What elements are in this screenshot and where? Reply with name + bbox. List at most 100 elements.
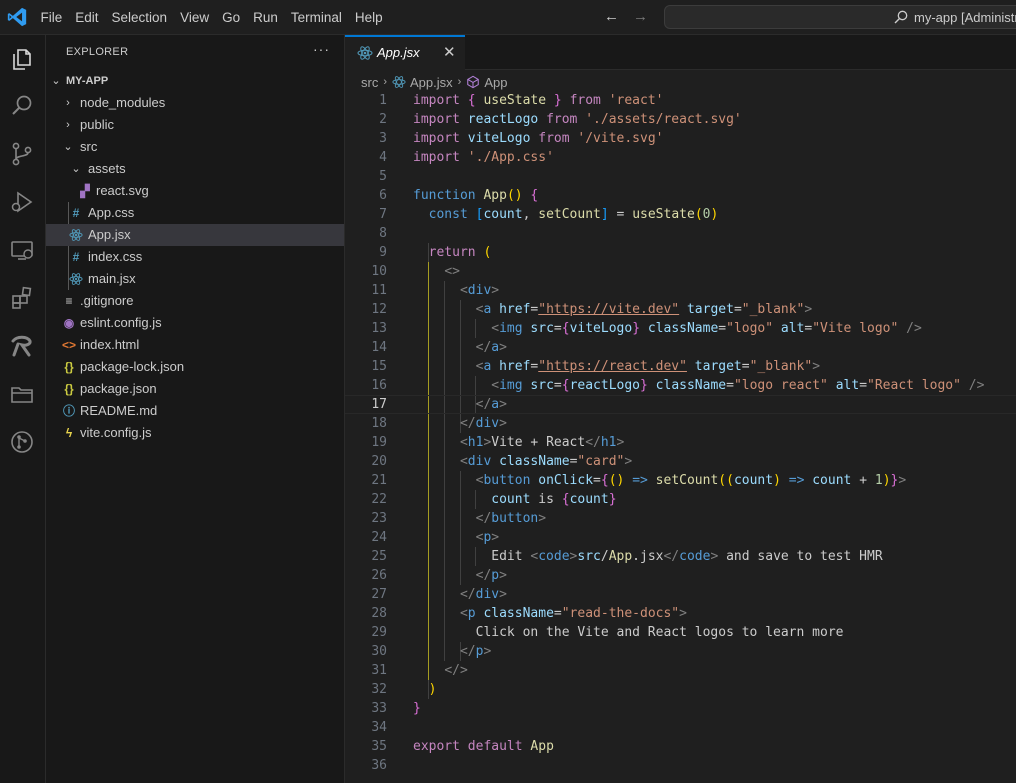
code-text: import viteLogo from '/vite.svg' — [413, 131, 664, 146]
code-editor[interactable]: 1 import { useState } from 'react' 2 import… — [345, 91, 1016, 775]
code-line[interactable]: 6 function App() { — [345, 186, 1016, 205]
breadcrumb-item-symbol[interactable]: App — [484, 75, 507, 90]
code-line[interactable]: 12 <a href="https://vite.dev" target="_b… — [345, 300, 1016, 319]
extensions-icon[interactable] — [9, 285, 35, 311]
breadcrumb-item-file[interactable]: App.jsx — [410, 75, 453, 90]
code-line[interactable]: 24 <p> — [345, 528, 1016, 547]
code-line[interactable]: 23 </button> — [345, 509, 1016, 528]
code-line[interactable]: 2 import reactLogo from './assets/react.s… — [345, 110, 1016, 129]
tree-file-index-html[interactable]: <> index.html — [46, 334, 344, 356]
code-line[interactable]: 35 export default App — [345, 737, 1016, 756]
code-text: return ( — [428, 245, 492, 260]
code-line[interactable]: 8 — [345, 224, 1016, 243]
history-navigation: ← → — [604, 8, 648, 25]
command-center-label: my-app [Administrator] — [914, 10, 1016, 25]
tree-file-gitignore[interactable]: ≡ .gitignore — [46, 290, 344, 312]
tree-folder-public[interactable]: › public — [46, 114, 344, 136]
code-text: </button> — [475, 511, 547, 526]
code-line[interactable]: 1 import { useState } from 'react' — [345, 91, 1016, 110]
menu-selection[interactable]: Selection — [105, 10, 174, 25]
menu-help[interactable]: Help — [348, 10, 389, 25]
code-line[interactable]: 5 — [345, 167, 1016, 186]
code-line[interactable]: 25 Edit <code>src/App.jsx</code> and sav… — [345, 547, 1016, 566]
tree-file-vite-config[interactable]: ϟ vite.config.js — [46, 422, 344, 444]
tree-file-react-svg[interactable]: ▞ react.svg — [46, 180, 344, 202]
code-line[interactable]: 7 const [count, setCount] = useState(0) — [345, 205, 1016, 224]
code-line[interactable]: 14 </a> — [345, 338, 1016, 357]
search-activity-icon[interactable] — [9, 93, 35, 119]
tree-file-index-css[interactable]: # index.css — [46, 246, 344, 268]
code-text: function App() { — [413, 188, 539, 203]
line-number: 21 — [371, 473, 387, 488]
menu-terminal[interactable]: Terminal — [284, 10, 348, 25]
tree-label: eslint.config.js — [80, 315, 162, 330]
tree-folder-node-modules[interactable]: › node_modules — [46, 92, 344, 114]
tree-label: main.jsx — [88, 271, 136, 286]
breadcrumb-item-src[interactable]: src — [361, 75, 378, 90]
code-line[interactable]: 32 ) — [345, 680, 1016, 699]
menu-edit[interactable]: Edit — [69, 10, 105, 25]
code-text: <a href="https://react.dev" target="_bla… — [475, 359, 821, 374]
code-line[interactable]: 36 — [345, 756, 1016, 775]
code-text: </p> — [459, 644, 492, 659]
code-line[interactable]: 29 Click on the Vite and React logos to … — [345, 623, 1016, 642]
menu-view[interactable]: View — [174, 10, 216, 25]
code-line[interactable]: 16 <img src={reactLogo} className="logo … — [345, 376, 1016, 395]
tree-file-package-lock-json[interactable]: {} package-lock.json — [46, 356, 344, 378]
line-number: 14 — [371, 340, 387, 355]
run-and-debug-icon[interactable] — [9, 189, 35, 215]
code-line[interactable]: 15 <a href="https://react.dev" target="_… — [345, 357, 1016, 376]
line-number: 26 — [371, 568, 387, 583]
tree-file-readme[interactable]: ⓘ README.md — [46, 400, 344, 422]
git-graph-icon[interactable] — [9, 429, 35, 455]
code-text: <h1>Vite + React</h1> — [459, 435, 625, 450]
code-line[interactable]: 26 </p> — [345, 566, 1016, 585]
source-control-icon[interactable] — [9, 141, 35, 167]
tab-app-jsx[interactable]: App.jsx ✕ — [345, 35, 465, 70]
code-line[interactable]: 3 import viteLogo from '/vite.svg' — [345, 129, 1016, 148]
menu-run[interactable]: Run — [247, 10, 285, 25]
code-line[interactable]: 33} — [345, 699, 1016, 718]
code-line[interactable]: 27 </div> — [345, 585, 1016, 604]
explorer-icon[interactable] — [9, 46, 35, 72]
chevron-right-icon: › — [383, 76, 388, 88]
code-line[interactable]: 17 </a> — [345, 395, 1016, 414]
code-line[interactable]: 13 <img src={viteLogo} className="logo" … — [345, 319, 1016, 338]
code-line[interactable]: 11 <div> — [345, 281, 1016, 300]
code-line[interactable]: 22 count is {count} — [345, 490, 1016, 509]
code-line[interactable]: 4 import './App.css' — [345, 148, 1016, 167]
tree-file-app-css[interactable]: # App.css — [46, 202, 344, 224]
menu-file[interactable]: File — [34, 10, 69, 25]
code-line[interactable]: 28 <p className="read-the-docs"> — [345, 604, 1016, 623]
tree-label: package-lock.json — [80, 359, 185, 374]
code-line[interactable]: 21 <button onClick={() => setCount((coun… — [345, 471, 1016, 490]
project-manager-icon[interactable] — [9, 381, 35, 407]
line-number: 1 — [379, 93, 387, 108]
code-line[interactable]: 31 </> — [345, 661, 1016, 680]
more-actions-icon[interactable]: ··· — [313, 41, 330, 57]
code-line[interactable]: 9 return ( — [345, 243, 1016, 262]
ai-assistant-icon[interactable] — [9, 333, 35, 359]
code-line[interactable]: 18 </div> — [345, 414, 1016, 433]
command-center-search[interactable]: my-app [Administrator] — [664, 5, 1016, 29]
code-line[interactable]: 10 <> — [345, 262, 1016, 281]
tree-file-main-jsx[interactable]: main.jsx — [46, 268, 344, 290]
html-file-icon: <> — [62, 338, 77, 352]
code-line[interactable]: 30 </p> — [345, 642, 1016, 661]
code-line[interactable]: 20 <div className="card"> — [345, 452, 1016, 471]
tree-file-app-jsx[interactable]: App.jsx — [46, 224, 344, 246]
tree-folder-assets[interactable]: ⌄ assets — [46, 158, 344, 180]
tree-file-eslint-config[interactable]: ◉ eslint.config.js — [46, 312, 344, 334]
tree-file-package-json[interactable]: {} package.json — [46, 378, 344, 400]
line-number: 15 — [371, 359, 387, 374]
tree-folder-src[interactable]: ⌄ src — [46, 136, 344, 158]
line-number: 5 — [379, 169, 387, 184]
close-icon[interactable]: ✕ — [443, 43, 456, 61]
go-back-icon[interactable]: ← — [604, 8, 619, 25]
code-line[interactable]: 34 — [345, 718, 1016, 737]
menu-go[interactable]: Go — [216, 10, 247, 25]
go-forward-icon[interactable]: → — [633, 8, 648, 25]
remote-explorer-icon[interactable] — [9, 237, 35, 263]
tree-root-my-app[interactable]: ⌄ MY-APP — [46, 70, 344, 92]
code-line[interactable]: 19 <h1>Vite + React</h1> — [345, 433, 1016, 452]
